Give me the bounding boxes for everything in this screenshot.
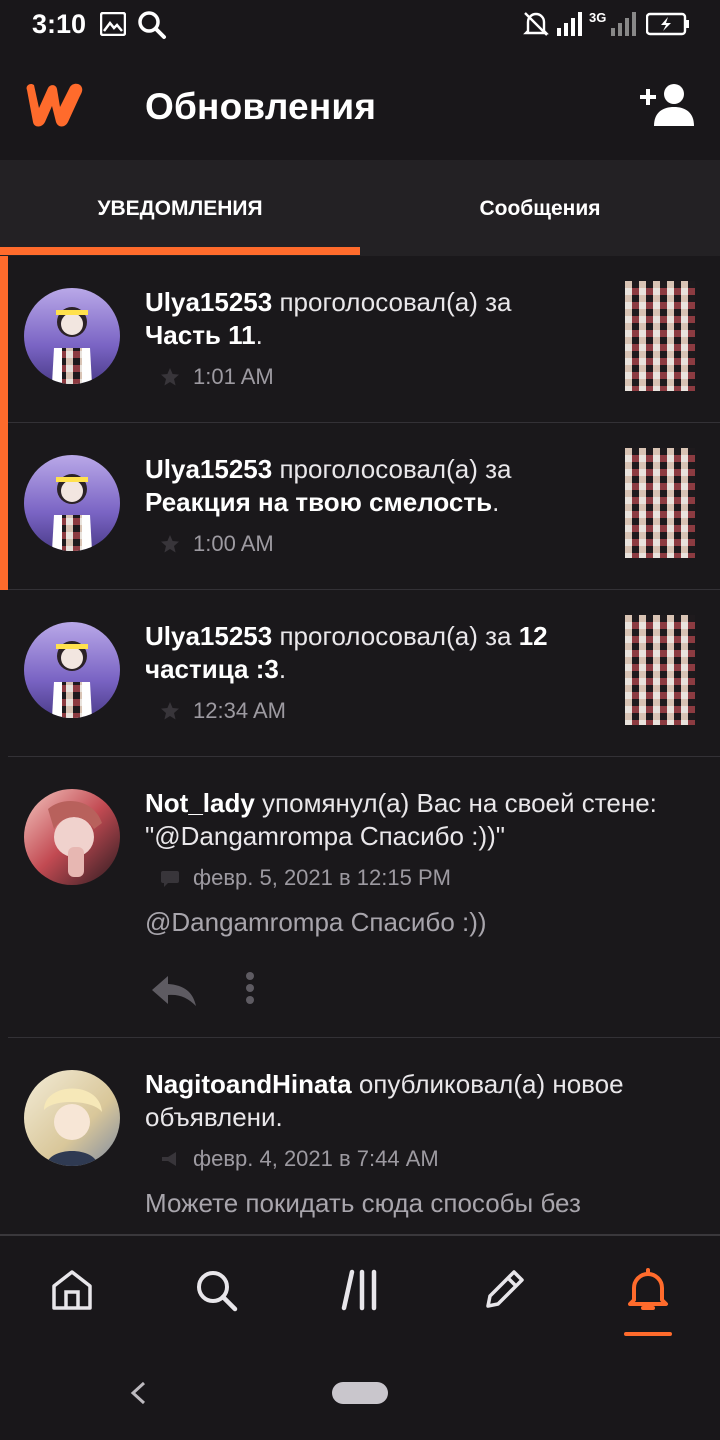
username[interactable]: Ulya15253 [145, 454, 272, 484]
bottom-navigation [0, 1234, 720, 1352]
username[interactable]: Ulya15253 [145, 621, 272, 651]
status-bar: 3:10 3G [0, 0, 720, 50]
story-cover[interactable] [625, 448, 695, 558]
system-navigation [0, 1352, 720, 1440]
add-user-icon[interactable] [640, 82, 696, 126]
library-icon[interactable] [338, 1266, 386, 1314]
app-bar: Обновления [0, 50, 720, 160]
action-text: упомянул(а) Вас на своей стене: [262, 788, 657, 818]
punct: . [255, 320, 263, 350]
back-icon[interactable] [128, 1380, 148, 1406]
announcement-icon [162, 1152, 176, 1166]
story-title[interactable]: Реакция на твою смелость [145, 487, 492, 517]
avatar[interactable] [24, 455, 120, 551]
list-item[interactable]: Not_lady упомянул(а) Вас на своей стене:… [0, 757, 720, 1038]
action-text-2: объявлени. [145, 1102, 283, 1132]
action-text: проголосовал(а) за [279, 287, 512, 317]
timestamp: 12:34 AM [193, 698, 286, 723]
page-title: Обновления [145, 86, 377, 127]
list-item[interactable]: NagitoandHinata опубликовал(а) новое объ… [0, 1038, 720, 1234]
timestamp-row: февр. 4, 2021 в 7:44 AM [160, 1146, 439, 1172]
notification-text: NagitoandHinata опубликовал(а) новое объ… [145, 1068, 705, 1134]
star-icon [161, 535, 179, 553]
network-type: 3G [589, 10, 607, 25]
reply-icon[interactable] [150, 970, 198, 1010]
timestamp: февр. 4, 2021 в 7:44 AM [193, 1146, 439, 1171]
timestamp: 1:00 AM [193, 531, 274, 556]
username[interactable]: NagitoandHinata [145, 1069, 352, 1099]
search-status-icon [138, 11, 166, 39]
signal-icon [557, 12, 582, 36]
action-text: опубликовал(а) новое [358, 1069, 624, 1099]
write-icon[interactable] [480, 1266, 528, 1314]
avatar[interactable] [24, 288, 120, 384]
message-preview: Можете покидать сюда способы без [145, 1188, 581, 1218]
timestamp-row: февр. 5, 2021 в 12:15 PM [160, 865, 451, 891]
star-icon [161, 702, 179, 720]
notification-text: Ulya15253 проголосовал(а) за 12 частица … [145, 620, 605, 686]
status-time: 3:10 [32, 9, 87, 39]
battery-icon [646, 12, 689, 36]
notification-list: Ulya15253 проголосовал(а) за Часть 11. 1… [0, 256, 720, 1234]
mention-text: "@Dangamrompa Спасибо :))" [145, 821, 506, 851]
home-icon[interactable] [48, 1266, 96, 1314]
message-preview: @Dangamrompa Спасибо :)) [145, 907, 487, 937]
comment-icon [161, 871, 179, 887]
list-item[interactable]: Ulya15253 проголосовал(а) за Реакция на … [0, 423, 720, 590]
avatar[interactable] [24, 789, 120, 885]
tab-messages[interactable]: Сообщения [360, 160, 720, 256]
unread-indicator [0, 256, 8, 423]
username[interactable]: Not_lady [145, 788, 255, 818]
punct: . [492, 487, 500, 517]
action-text: проголосовал(а) за [279, 621, 512, 651]
search-icon[interactable] [192, 1266, 240, 1314]
story-title[interactable]: Часть 11 [145, 320, 256, 350]
tab-indicator [0, 247, 360, 255]
punct: . [278, 654, 287, 684]
home-gesture-pill[interactable] [332, 1382, 388, 1404]
timestamp-row: 1:01 AM [160, 364, 274, 390]
gallery-icon [100, 12, 126, 36]
story-cover[interactable] [625, 615, 695, 725]
mute-icon [523, 12, 549, 36]
avatar[interactable] [24, 1070, 120, 1166]
action-text: проголосовал(а) за [279, 454, 512, 484]
avatar[interactable] [24, 622, 120, 718]
wattpad-logo-icon[interactable] [24, 82, 88, 128]
more-options-icon[interactable] [243, 970, 257, 1010]
unread-indicator [0, 423, 8, 590]
story-cover[interactable] [625, 281, 695, 391]
star-icon [161, 368, 179, 386]
tabs: УВЕДОМЛЕНИЯ Сообщения [0, 160, 720, 256]
signal-icon-2 [611, 12, 636, 36]
timestamp-row: 12:34 AM [160, 698, 286, 724]
active-nav-indicator [624, 1332, 672, 1336]
notification-text: Not_lady упомянул(а) Вас на своей стене:… [145, 787, 705, 853]
notification-text: Ulya15253 проголосовал(а) за Реакция на … [145, 453, 605, 519]
timestamp: февр. 5, 2021 в 12:15 PM [193, 865, 451, 890]
notifications-icon[interactable] [624, 1266, 672, 1314]
timestamp: 1:01 AM [193, 364, 274, 389]
timestamp-row: 1:00 AM [160, 531, 274, 557]
notification-text: Ulya15253 проголосовал(а) за Часть 11. [145, 286, 605, 352]
tab-notifications[interactable]: УВЕДОМЛЕНИЯ [0, 160, 360, 256]
list-item[interactable]: Ulya15253 проголосовал(а) за Часть 11. 1… [0, 256, 720, 423]
list-item[interactable]: Ulya15253 проголосовал(а) за 12 частица … [0, 590, 720, 757]
username[interactable]: Ulya15253 [145, 287, 272, 317]
